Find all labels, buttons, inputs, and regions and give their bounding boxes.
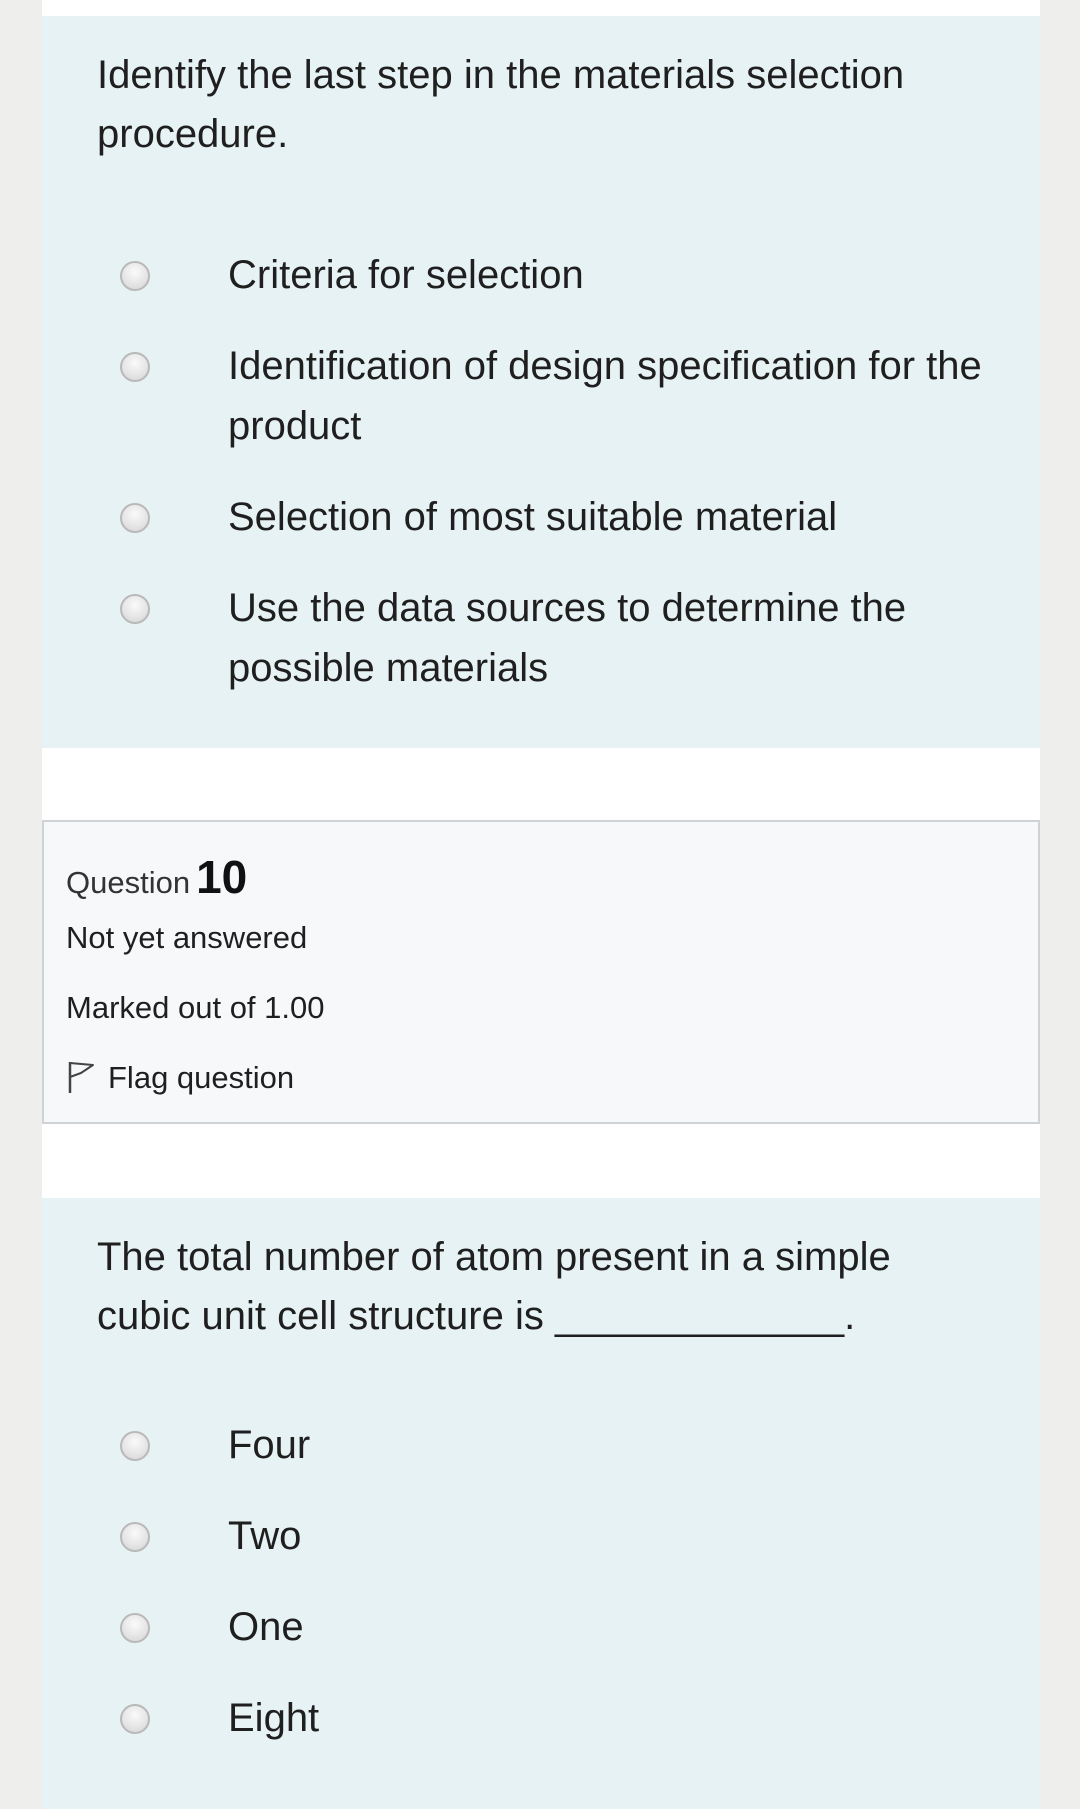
radio-button[interactable] [120,1613,150,1643]
q9-option-selection[interactable]: Selection of most suitable material [120,495,1000,555]
question-10-text: The total number of atom present in a si… [97,1235,891,1338]
q10-option-eight[interactable]: Eight [120,1696,1000,1756]
option-label: Criteria for selection [228,253,584,297]
radio-button[interactable] [120,503,150,533]
flag-icon [66,1060,96,1094]
radio-button[interactable] [120,352,150,382]
q9-option-criteria[interactable]: Criteria for selection [120,253,1000,313]
radio-button[interactable] [120,261,150,291]
option-label: One [228,1605,304,1649]
q10-option-four[interactable]: Four [120,1423,1000,1483]
marked-out-of: Marked out of 1.00 [66,990,325,1025]
option-label: Four [228,1423,311,1467]
question-word: Question [66,865,191,900]
flag-question-label: Flag question [108,1060,295,1095]
q9-option-identification[interactable]: Identification of design specification f… [120,344,1000,448]
question-10-card: The total number of atom present in a si… [42,1198,1040,1809]
answer-status: Not yet answered [66,920,308,955]
q9-option-data-sources[interactable]: Use the data sources to determine the po… [120,586,1000,690]
radio-button[interactable] [120,1704,150,1734]
question-9-text: Identify the last step in the materials … [97,53,905,156]
question-number: 10 [196,851,248,903]
radio-button[interactable] [120,1431,150,1461]
q10-option-two[interactable]: Two [120,1514,1000,1574]
question-9-card: Identify the last step in the materials … [42,16,1040,748]
question-number-label: Question 10 [66,850,247,904]
radio-button[interactable] [120,594,150,624]
question-10-info: Question 10 Not yet answered Marked out o… [42,820,1040,1124]
q10-option-one[interactable]: One [120,1605,1000,1665]
flag-question-link[interactable]: Flag question [66,1060,294,1096]
option-label: Use the data sources to determine the po… [228,586,907,690]
option-label: Two [228,1514,302,1558]
radio-button[interactable] [120,1522,150,1552]
option-label: Eight [228,1696,320,1740]
quiz-page: Identify the last step in the materials … [42,0,1040,1809]
option-label: Selection of most suitable material [228,495,838,539]
option-label: Identification of design specification f… [228,344,982,448]
